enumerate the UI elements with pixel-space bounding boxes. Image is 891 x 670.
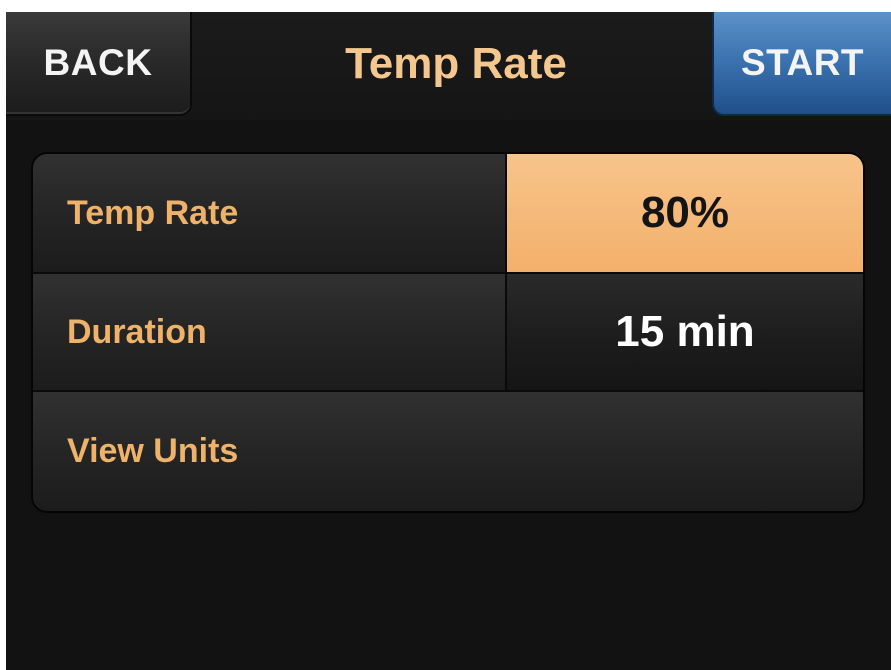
- settings-row-temp-rate: Temp Rate 80%: [33, 154, 863, 272]
- duration-label: Duration: [33, 274, 505, 390]
- back-button[interactable]: BACK: [6, 12, 192, 116]
- duration-value[interactable]: 15 min: [507, 274, 863, 390]
- start-button[interactable]: START: [712, 12, 891, 116]
- temp-rate-value[interactable]: 80%: [507, 154, 863, 272]
- temp-rate-label: Temp Rate: [33, 154, 505, 272]
- settings-row-view-units: View Units: [33, 392, 863, 511]
- settings-row-duration: Duration 15 min: [33, 274, 863, 390]
- view-units-button[interactable]: View Units: [33, 392, 863, 511]
- nav-bar: BACK Temp Rate START: [6, 12, 891, 120]
- device-screen: BACK Temp Rate START Temp Rate 80% Durat…: [6, 12, 891, 670]
- settings-table: Temp Rate 80% Duration 15 min View Units: [33, 154, 863, 511]
- page-title: Temp Rate: [345, 39, 567, 88]
